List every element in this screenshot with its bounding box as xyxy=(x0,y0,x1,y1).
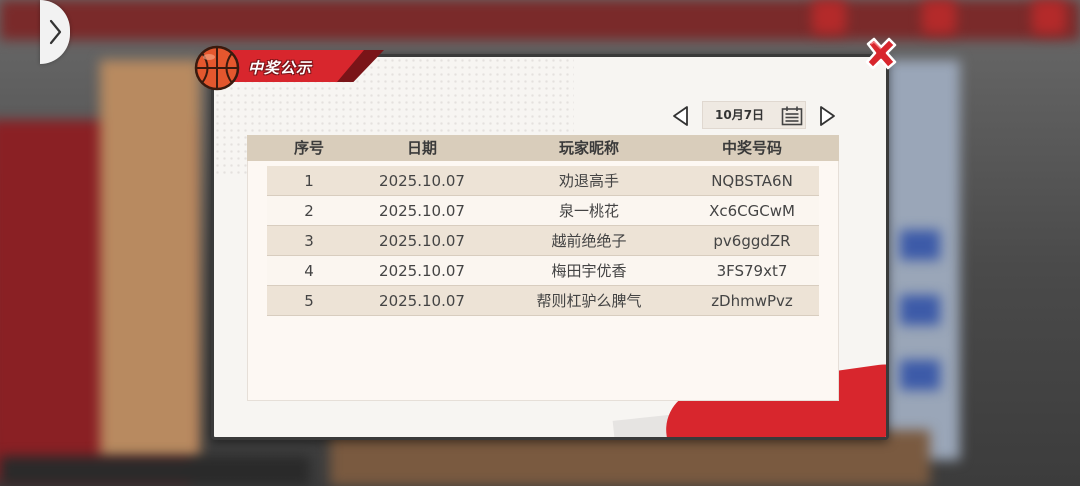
table-row: 2 2025.10.07 泉一桃花 Xc6CGCwM xyxy=(267,196,819,226)
table-row: 5 2025.10.07 帮则杠驴么脾气 zDhmwPvz xyxy=(267,286,819,316)
cell-index: 2 xyxy=(304,202,314,220)
bg-left-column xyxy=(100,60,200,460)
bg-right-column xyxy=(880,60,960,460)
date-label: 10月7日 xyxy=(715,108,765,122)
bg-dark-bar xyxy=(0,456,310,486)
table-row: 4 2025.10.07 梅田宇优香 3FS79xt7 xyxy=(267,256,819,286)
bg-top-bar xyxy=(0,0,1080,40)
basketball-icon xyxy=(194,45,240,91)
cell-index: 1 xyxy=(304,172,314,190)
bg-blue-tile xyxy=(900,230,940,260)
cell-index: 4 xyxy=(304,262,314,280)
calendar-icon xyxy=(781,106,803,126)
table-row: 1 2025.10.07 劝退高手 NQBSTA6N xyxy=(267,166,819,196)
bg-top-icon xyxy=(1032,0,1066,34)
date-selector[interactable]: 10月7日 xyxy=(702,101,806,129)
next-date-button[interactable] xyxy=(817,105,837,127)
cell-nickname: 帮则杠驴么脾气 xyxy=(536,292,642,310)
cell-nickname: 劝退高手 xyxy=(558,172,619,190)
chevron-right-icon xyxy=(49,19,62,45)
cell-date: 2025.10.07 xyxy=(379,292,465,310)
table-header: 序号 日期 玩家昵称 中奖号码 xyxy=(247,135,839,161)
cell-nickname: 梅田宇优香 xyxy=(551,262,627,280)
cell-date: 2025.10.07 xyxy=(379,172,465,190)
prev-date-button[interactable] xyxy=(671,105,691,127)
cell-date: 2025.10.07 xyxy=(379,262,465,280)
bg-blue-tile xyxy=(900,360,940,390)
header-nickname: 玩家昵称 xyxy=(558,139,619,157)
cell-date: 2025.10.07 xyxy=(379,232,465,250)
dialog-title: 中奖公示 xyxy=(248,59,313,77)
header-code: 中奖号码 xyxy=(721,139,782,157)
cell-date: 2025.10.07 xyxy=(379,202,465,220)
header-index: 序号 xyxy=(293,139,324,157)
bg-blue-tile xyxy=(900,295,940,325)
cell-code: zDhmwPvz xyxy=(711,292,793,310)
bg-top-icon xyxy=(812,0,846,34)
cell-nickname: 泉一桃花 xyxy=(558,202,619,220)
cell-index: 5 xyxy=(304,292,314,310)
cell-index: 3 xyxy=(304,232,314,250)
header-date: 日期 xyxy=(406,139,437,157)
cell-code: 3FS79xt7 xyxy=(716,262,788,280)
cell-code: Xc6CGCwM xyxy=(709,202,795,220)
cell-nickname: 越前绝绝子 xyxy=(551,232,627,250)
cell-code: pv6ggdZR xyxy=(713,232,791,250)
bg-top-icon xyxy=(922,0,956,34)
table-row: 3 2025.10.07 越前绝绝子 pv6ggdZR xyxy=(267,226,819,256)
close-icon[interactable] xyxy=(862,36,900,72)
cell-code: NQBSTA6N xyxy=(711,172,793,190)
